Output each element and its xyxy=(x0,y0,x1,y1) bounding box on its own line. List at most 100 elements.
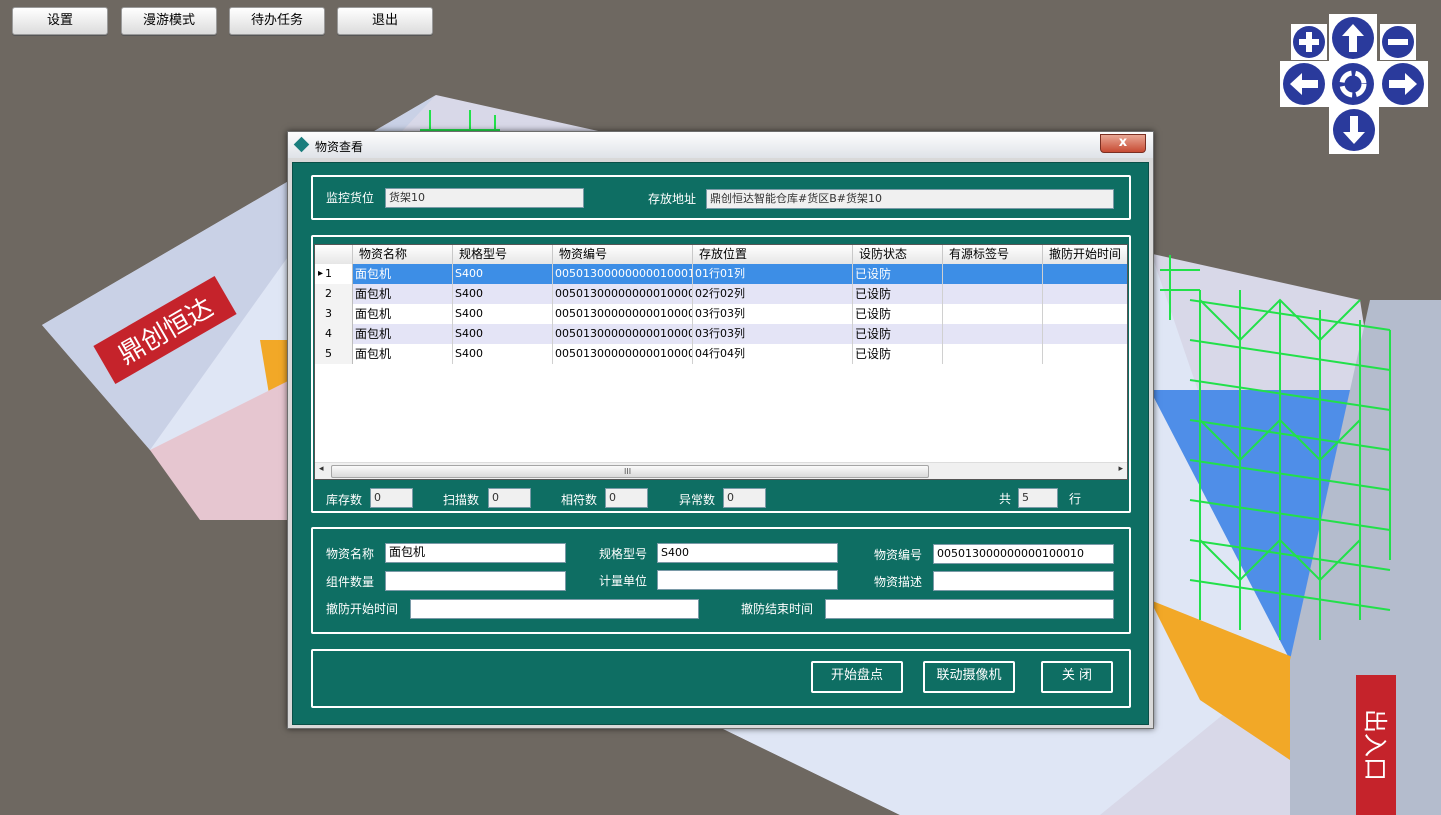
current-row-marker-icon: ▸ xyxy=(318,268,324,279)
table-cell-start[interactable] xyxy=(1043,324,1127,344)
link-camera-button[interactable]: 联动摄像机 xyxy=(923,661,1015,693)
table-cell-name[interactable]: 面包机 xyxy=(353,264,453,284)
abnormal-count-field[interactable]: 0 xyxy=(723,488,766,508)
pan-down-button[interactable] xyxy=(1329,106,1379,154)
pan-up-button[interactable] xyxy=(1329,14,1377,62)
table-row[interactable]: 5 面包机 S400 005013000000000100006 04行04列 已设防 xyxy=(315,344,1127,364)
disarm-start-label: 撤防开始时间 xyxy=(326,602,399,616)
row-header[interactable]: 5 xyxy=(315,344,353,364)
desc-field[interactable] xyxy=(933,571,1114,591)
match-count-field[interactable]: 0 xyxy=(605,488,648,508)
column-header[interactable]: 撤防开始时间 xyxy=(1043,245,1127,264)
row-header[interactable]: ▸ 1 xyxy=(315,264,353,284)
row-header[interactable]: 4 xyxy=(315,324,353,344)
table-cell-name[interactable]: 面包机 xyxy=(353,304,453,324)
total-suffix: 行 xyxy=(1069,492,1082,506)
table-cell-model[interactable]: S400 xyxy=(453,344,553,364)
detail-model-field[interactable]: S400 xyxy=(657,543,838,563)
scroll-left-icon[interactable]: ◂ xyxy=(319,464,324,474)
table-cell-location[interactable]: 01行01列 xyxy=(693,264,853,284)
table-cell-model[interactable]: S400 xyxy=(453,304,553,324)
stock-count-label: 库存数 xyxy=(326,493,363,507)
table-cell-code[interactable]: 005013000000000100008 xyxy=(553,304,693,324)
row-index: 4 xyxy=(325,327,332,340)
dialog-titlebar[interactable]: 物资查看 x xyxy=(288,132,1153,158)
start-inventory-button[interactable]: 开始盘点 xyxy=(811,661,903,693)
table-cell-model[interactable]: S400 xyxy=(453,324,553,344)
table-cell-model[interactable]: S400 xyxy=(453,264,553,284)
table-cell-location[interactable]: 03行03列 xyxy=(693,324,853,344)
sign-right: 出入口 xyxy=(1356,675,1396,815)
table-row[interactable]: 4 面包机 S400 005013000000000100007 03行03列 已设防 xyxy=(315,324,1127,344)
table-cell-code[interactable]: 005013000000000100009 xyxy=(553,284,693,304)
table-row[interactable]: ▸ 1 面包机 S400 005013000000000100010 01行01列 已设防 xyxy=(315,264,1127,284)
settings-button[interactable]: 设置 xyxy=(12,7,108,35)
unit-label: 计量单位 xyxy=(599,574,648,588)
exit-button[interactable]: 退出 xyxy=(337,7,433,35)
roam-mode-button[interactable]: 漫游模式 xyxy=(121,7,217,35)
detail-name-field[interactable]: 面包机 xyxy=(385,543,566,563)
total-rows-field: 5 xyxy=(1018,488,1058,508)
table-cell-location[interactable]: 03行03列 xyxy=(693,304,853,324)
storage-address-field[interactable]: 鼎创恒达智能仓库#货区B#货架10 xyxy=(706,189,1114,209)
table-cell-start[interactable] xyxy=(1043,264,1127,284)
table-cell-status[interactable]: 已设防 xyxy=(853,324,943,344)
rotate-button[interactable] xyxy=(1328,61,1378,107)
column-header[interactable]: 有源标签号 xyxy=(943,245,1043,264)
column-header[interactable]: 设防状态 xyxy=(853,245,943,264)
arrow-left-icon xyxy=(1283,63,1325,105)
scan-count-label: 扫描数 xyxy=(443,493,480,507)
table-cell-name[interactable]: 面包机 xyxy=(353,324,453,344)
table-cell-tag[interactable] xyxy=(943,304,1043,324)
table-cell-tag[interactable] xyxy=(943,324,1043,344)
pan-left-button[interactable] xyxy=(1280,61,1328,107)
svg-text:出入口: 出入口 xyxy=(1361,709,1389,781)
table-cell-tag[interactable] xyxy=(943,264,1043,284)
disarm-start-field[interactable] xyxy=(410,599,699,619)
table-cell-start[interactable] xyxy=(1043,304,1127,324)
pan-right-button[interactable] xyxy=(1378,61,1428,107)
stock-count-field[interactable]: 0 xyxy=(370,488,413,508)
column-header[interactable]: 存放位置 xyxy=(693,245,853,264)
scroll-thumb[interactable]: III xyxy=(331,465,929,478)
table-cell-name[interactable]: 面包机 xyxy=(353,344,453,364)
column-header[interactable]: 规格型号 xyxy=(453,245,553,264)
unit-field[interactable] xyxy=(657,570,838,590)
column-header[interactable]: 物资编号 xyxy=(553,245,693,264)
zoom-out-icon xyxy=(1382,26,1414,58)
table-cell-tag[interactable] xyxy=(943,284,1043,304)
zoom-in-button[interactable] xyxy=(1291,24,1327,60)
table-cell-tag[interactable] xyxy=(943,344,1043,364)
table-cell-code[interactable]: 005013000000000100006 xyxy=(553,344,693,364)
monitor-slot-field[interactable]: 货架10 xyxy=(385,188,584,208)
table-cell-start[interactable] xyxy=(1043,344,1127,364)
close-button[interactable]: 关 闭 xyxy=(1041,661,1113,693)
table-cell-status[interactable]: 已设防 xyxy=(853,264,943,284)
table-cell-location[interactable]: 02行02列 xyxy=(693,284,853,304)
scan-count-field[interactable]: 0 xyxy=(488,488,531,508)
table-cell-name[interactable]: 面包机 xyxy=(353,284,453,304)
table-cell-model[interactable]: S400 xyxy=(453,284,553,304)
todo-tasks-button[interactable]: 待办任务 xyxy=(229,7,325,35)
zoom-out-button[interactable] xyxy=(1380,24,1416,60)
table-cell-status[interactable]: 已设防 xyxy=(853,344,943,364)
column-header[interactable]: 物资名称 xyxy=(353,245,453,264)
table-cell-location[interactable]: 04行04列 xyxy=(693,344,853,364)
scroll-right-icon[interactable]: ▸ xyxy=(1118,464,1123,474)
table-cell-code[interactable]: 005013000000000100007 xyxy=(553,324,693,344)
table-row[interactable]: 2 面包机 S400 005013000000000100009 02行02列 已设防 xyxy=(315,284,1127,304)
dialog-client-area: 监控货位 货架10 存放地址 鼎创恒达智能仓库#货区B#货架10 物资名称 规格… xyxy=(292,162,1149,725)
detail-code-field[interactable]: 005013000000000100010 xyxy=(933,544,1114,564)
table-cell-status[interactable]: 已设防 xyxy=(853,304,943,324)
row-header[interactable]: 3 xyxy=(315,304,353,324)
materials-table[interactable]: 物资名称 规格型号 物资编号 存放位置 设防状态 有源标签号 撤防开始时间 ▸ 1… xyxy=(314,244,1128,480)
component-count-field[interactable] xyxy=(385,571,566,591)
horizontal-scrollbar[interactable]: ◂ III ▸ xyxy=(315,462,1127,479)
table-cell-code[interactable]: 005013000000000100010 xyxy=(553,264,693,284)
disarm-end-field[interactable] xyxy=(825,599,1114,619)
table-cell-start[interactable] xyxy=(1043,284,1127,304)
window-close-button[interactable]: x xyxy=(1100,134,1146,153)
table-cell-status[interactable]: 已设防 xyxy=(853,284,943,304)
table-row[interactable]: 3 面包机 S400 005013000000000100008 03行03列 已设防 xyxy=(315,304,1127,324)
row-header[interactable]: 2 xyxy=(315,284,353,304)
